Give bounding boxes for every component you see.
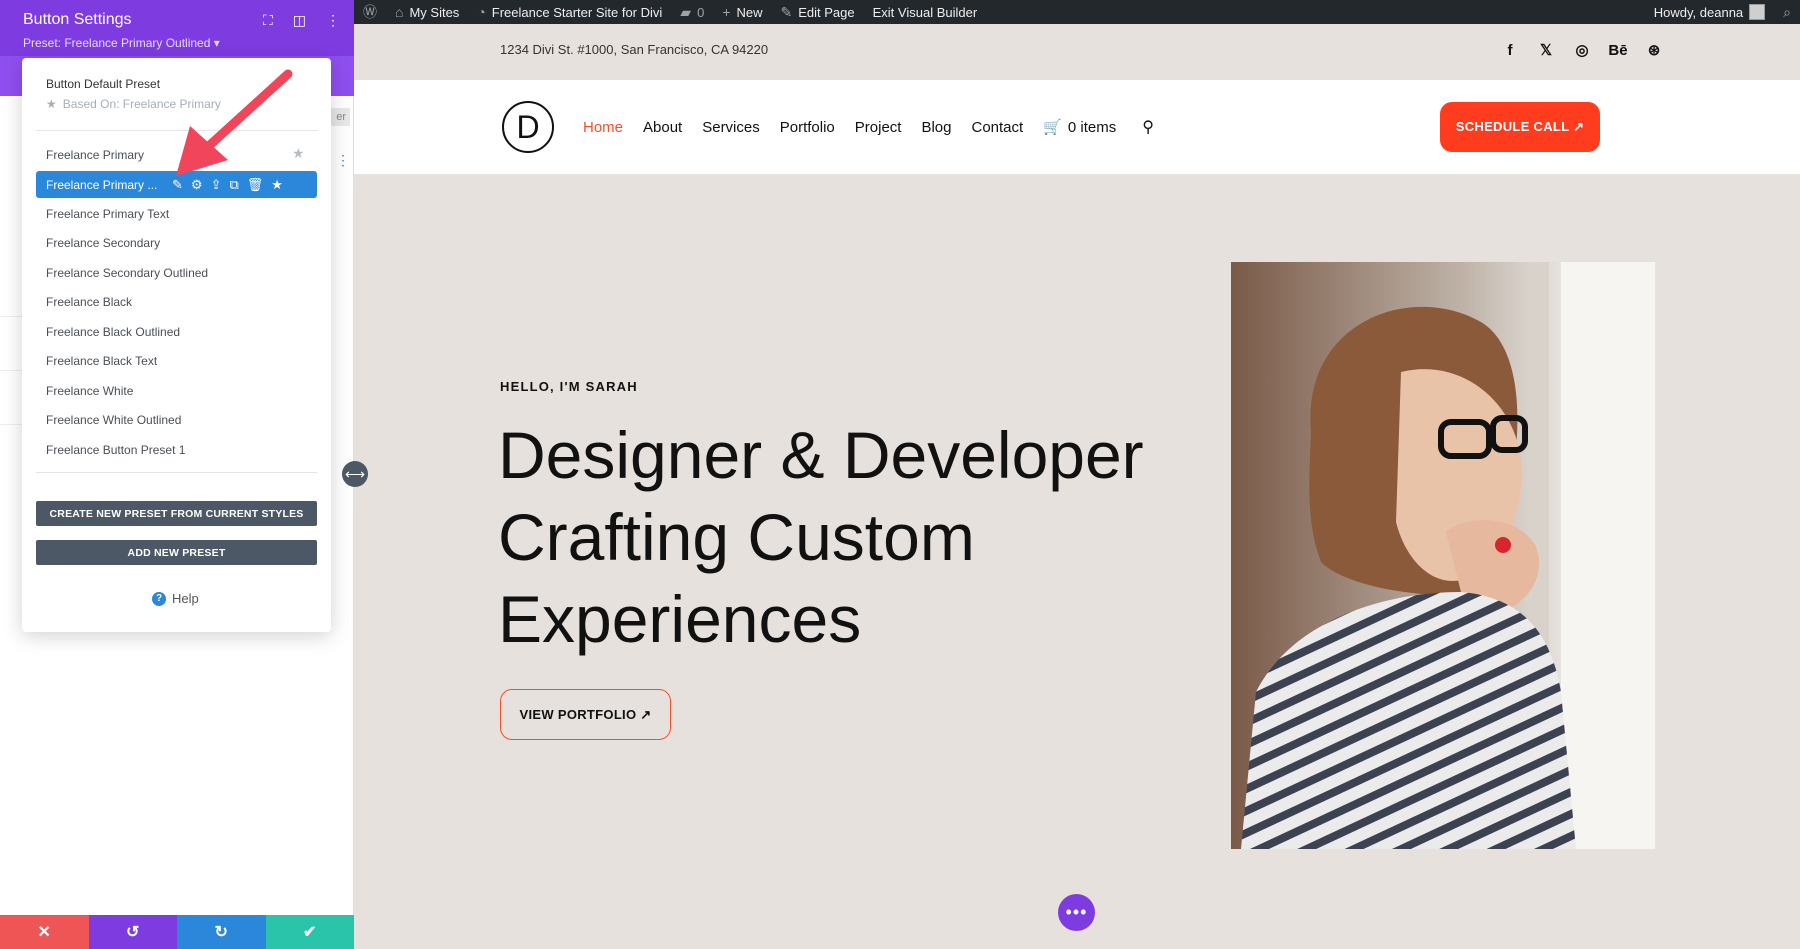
panel-header: Button Settings Preset: Freelance Primar… — [0, 0, 354, 56]
layout-toggle-icon[interactable]: ◫ — [293, 12, 306, 29]
group-options-icon[interactable]: ⋮ — [336, 152, 350, 169]
help-link[interactable]: ? Help — [152, 591, 199, 606]
pencil-icon: ✎ — [781, 5, 793, 19]
preset-item[interactable]: Freelance Primary Text — [46, 207, 169, 221]
x-twitter-icon[interactable]: 𝕏 — [1536, 40, 1556, 60]
builder-options-button[interactable]: ••• — [1058, 894, 1095, 931]
check-icon: ✔ — [303, 922, 316, 942]
nav-about[interactable]: About — [643, 119, 682, 136]
redo-icon: ↻ — [215, 922, 228, 942]
edit-page-item[interactable]: ✎ Edit Page — [772, 0, 864, 24]
kebab-menu-icon[interactable]: ⋮ — [326, 12, 340, 29]
preset-selector[interactable]: Preset: Freelance Primary Outlined ▾ — [23, 36, 220, 50]
wordpress-logo-item[interactable]: Ⓦ — [354, 0, 386, 24]
dashboard-icon: ◔ — [477, 5, 485, 19]
plus-icon: + — [722, 5, 730, 19]
cart-link[interactable]: 🛒 0 items — [1043, 118, 1116, 136]
undo-icon: ↺ — [126, 922, 139, 942]
site-header: D Home About Services Portfolio Project … — [354, 80, 1800, 174]
instagram-icon[interactable]: ◎ — [1572, 40, 1592, 60]
site-address: 1234 Divi St. #1000, San Francisco, CA 9… — [500, 42, 768, 57]
nav-contact[interactable]: Contact — [972, 119, 1024, 136]
panel-divider — [0, 424, 22, 425]
nav-project[interactable]: Project — [855, 119, 902, 136]
site-top-bar: 1234 Divi St. #1000, San Francisco, CA 9… — [354, 24, 1800, 80]
save-button[interactable]: ✔ — [266, 915, 355, 949]
preset-item[interactable]: Freelance White Outlined — [46, 413, 181, 427]
panel-footer: ✕ ↺ ↻ ✔ — [0, 915, 354, 949]
create-preset-from-styles-button[interactable]: CREATE NEW PRESET FROM CURRENT STYLES — [36, 501, 317, 526]
hero-headline: Designer & Developer Crafting Custom Exp… — [498, 414, 1178, 660]
undo-button[interactable]: ↺ — [89, 915, 178, 949]
schedule-call-button[interactable]: SCHEDULE CALL ↗ — [1440, 102, 1600, 152]
panel-resize-handle[interactable]: ⟷ — [342, 461, 368, 487]
dribbble-icon[interactable]: ⊛ — [1644, 40, 1664, 60]
preset-item[interactable]: Freelance Black Outlined — [46, 325, 180, 339]
avatar — [1749, 4, 1765, 20]
redo-button[interactable]: ↻ — [177, 915, 266, 949]
hero-section: HELLO, I'M SARAH Designer & Developer Cr… — [354, 174, 1800, 949]
search-icon[interactable]: ⚲ — [1142, 117, 1154, 137]
fullscreen-icon[interactable]: ⛶ — [263, 12, 273, 29]
panel-title: Button Settings — [23, 11, 132, 29]
preset-item[interactable]: Freelance Primary — [46, 148, 144, 162]
button-settings-panel: Button Settings Preset: Freelance Primar… — [0, 0, 354, 949]
facebook-icon[interactable]: f — [1500, 40, 1520, 60]
preset-item[interactable]: Freelance Secondary Outlined — [46, 266, 208, 280]
wp-admin-bar: Ⓦ ⌂ My Sites ◔ Freelance Starter Site fo… — [354, 0, 1800, 24]
view-portfolio-button[interactable]: VIEW PORTFOLIO ↗ — [500, 689, 671, 740]
site-name-item[interactable]: ◔ Freelance Starter Site for Divi — [468, 0, 671, 24]
nav-blog[interactable]: Blog — [921, 119, 951, 136]
discard-button[interactable]: ✕ — [0, 915, 89, 949]
social-icons: f 𝕏 ◎ Bē ⊛ — [1500, 40, 1664, 60]
behance-icon[interactable]: Bē — [1608, 40, 1628, 60]
wordpress-icon: Ⓦ — [363, 5, 377, 19]
exit-visual-builder-item[interactable]: Exit Visual Builder — [864, 0, 987, 24]
main-nav: Home About Services Portfolio Project Bl… — [583, 117, 1154, 137]
annotation-arrow-icon — [170, 62, 300, 182]
preset-item[interactable]: Freelance Button Preset 1 — [46, 443, 185, 457]
comments-item[interactable]: ▰ 0 — [671, 0, 713, 24]
admin-search[interactable]: ⌕ — [1774, 0, 1800, 24]
preset-item[interactable]: Freelance Black — [46, 295, 132, 309]
site-logo[interactable]: D — [502, 101, 554, 153]
star-icon: ★ — [46, 97, 57, 111]
preset-item[interactable]: Freelance White — [46, 384, 133, 398]
add-new-preset-button[interactable]: ADD NEW PRESET — [36, 540, 317, 565]
panel-divider — [0, 370, 22, 371]
help-icon: ? — [152, 592, 166, 606]
close-icon: ✕ — [38, 922, 51, 942]
panel-divider — [0, 316, 22, 317]
nav-portfolio[interactable]: Portfolio — [780, 119, 835, 136]
account-item[interactable]: Howdy, deanna — [1645, 0, 1774, 24]
default-preset-item[interactable]: Button Default Preset — [46, 77, 160, 91]
nav-services[interactable]: Services — [702, 119, 760, 136]
preset-item[interactable]: Freelance Black Text — [46, 354, 157, 368]
comment-icon: ▰ — [680, 5, 691, 19]
new-item[interactable]: + New — [713, 0, 771, 24]
preset-item[interactable]: Freelance Secondary — [46, 236, 160, 250]
nav-home[interactable]: Home — [583, 119, 623, 136]
search-icon: ⌕ — [1783, 5, 1791, 19]
hero-portrait-image — [1231, 262, 1655, 849]
cart-icon: 🛒 — [1043, 118, 1062, 136]
dropdown-divider — [36, 472, 317, 473]
hero-eyebrow: HELLO, I'M SARAH — [500, 379, 638, 394]
my-sites-icon: ⌂ — [395, 5, 403, 19]
my-sites-item[interactable]: ⌂ My Sites — [386, 0, 468, 24]
